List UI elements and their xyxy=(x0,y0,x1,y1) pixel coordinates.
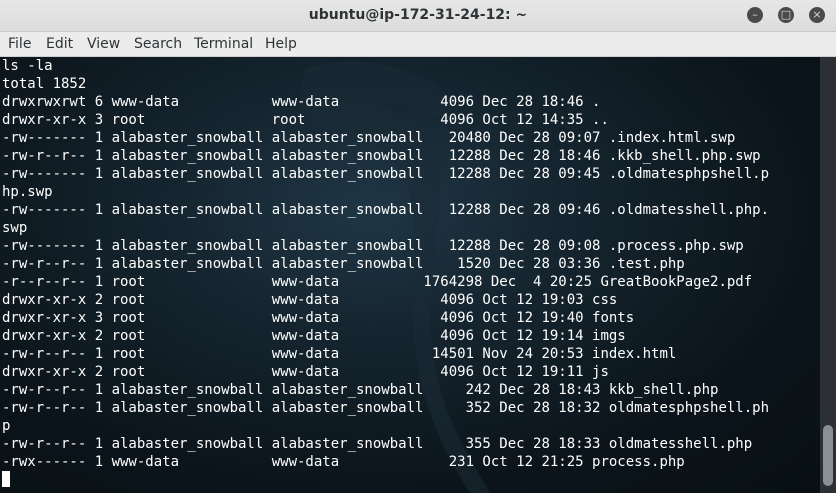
scrollbar[interactable] xyxy=(820,57,836,493)
terminal-line: -r--r--r-- 1 root www-data 1764298 Dec 4… xyxy=(2,274,753,290)
terminal-line: drwxr-xr-x 3 root www-data 4096 Oct 12 1… xyxy=(2,310,635,326)
terminal-line: drwxr-xr-x 3 root root 4096 Oct 12 14:35… xyxy=(2,112,609,128)
terminal-line: p xyxy=(2,418,11,434)
terminal-output-area[interactable]: ls -la total 1852 drwxrwxrwt 6 www-data ww… xyxy=(0,57,820,493)
terminal-line: drwxrwxrwt 6 www-data www-data 4096 Dec … xyxy=(2,94,601,110)
terminal-line: hp.swp xyxy=(2,184,53,200)
terminal-text: ls -la total 1852 drwxrwxrwt 6 www-data ww… xyxy=(2,57,769,489)
close-icon[interactable]: × xyxy=(809,7,825,23)
terminal-line: -rw-r--r-- 1 alabaster_snowball alabaste… xyxy=(2,436,753,452)
text-cursor xyxy=(2,471,10,487)
terminal-line: swp xyxy=(2,220,28,236)
menu-bar: File Edit View Search Terminal Help xyxy=(0,32,836,57)
menu-search[interactable]: Search xyxy=(134,36,182,52)
terminal-line: drwxr-xr-x 2 root www-data 4096 Oct 12 1… xyxy=(2,328,626,344)
title-bar[interactable]: ubuntu@ip-172-31-24-12: ~ – □ × xyxy=(0,0,836,32)
scrollbar-thumb[interactable] xyxy=(823,425,833,486)
window-title: ubuntu@ip-172-31-24-12: ~ xyxy=(308,7,528,23)
maximize-icon[interactable]: □ xyxy=(778,7,794,23)
terminal-window: ubuntu@ip-172-31-24-12: ~ – □ × File Edi… xyxy=(0,0,836,493)
menu-file[interactable]: File xyxy=(8,36,31,52)
terminal-line: -rw-r--r-- 1 alabaster_snowball alabaste… xyxy=(2,400,770,416)
menu-help[interactable]: Help xyxy=(265,36,297,52)
terminal-line: -rw-r--r-- 1 root www-data 14501 Nov 24 … xyxy=(2,346,677,362)
terminal-line: -rwx------ 1 www-data www-data 231 Oct 1… xyxy=(2,454,685,470)
terminal-line: -rw------- 1 alabaster_snowball alabaste… xyxy=(2,202,770,218)
menu-view[interactable]: View xyxy=(87,36,120,52)
terminal-line: drwxr-xr-x 2 root www-data 4096 Oct 12 1… xyxy=(2,364,609,380)
terminal-line: total 1852 xyxy=(2,76,87,92)
terminal-line: -rw------- 1 alabaster_snowball alabaste… xyxy=(2,130,736,146)
terminal-line: -rw-r--r-- 1 alabaster_snowball alabaste… xyxy=(2,256,685,272)
terminal-line: -rw------- 1 alabaster_snowball alabaste… xyxy=(2,238,744,254)
terminal-line: ls -la xyxy=(2,58,53,74)
menu-edit[interactable]: Edit xyxy=(46,36,73,52)
minimize-icon[interactable]: – xyxy=(747,7,763,23)
terminal-line: -rw-r--r-- 1 alabaster_snowball alabaste… xyxy=(2,382,719,398)
terminal-line: -rw------- 1 alabaster_snowball alabaste… xyxy=(2,166,770,182)
menu-terminal[interactable]: Terminal xyxy=(194,36,253,52)
terminal-line: drwxr-xr-x 2 root www-data 4096 Oct 12 1… xyxy=(2,292,618,308)
prompt-line xyxy=(2,471,769,489)
terminal-line: -rw-r--r-- 1 alabaster_snowball alabaste… xyxy=(2,148,761,164)
